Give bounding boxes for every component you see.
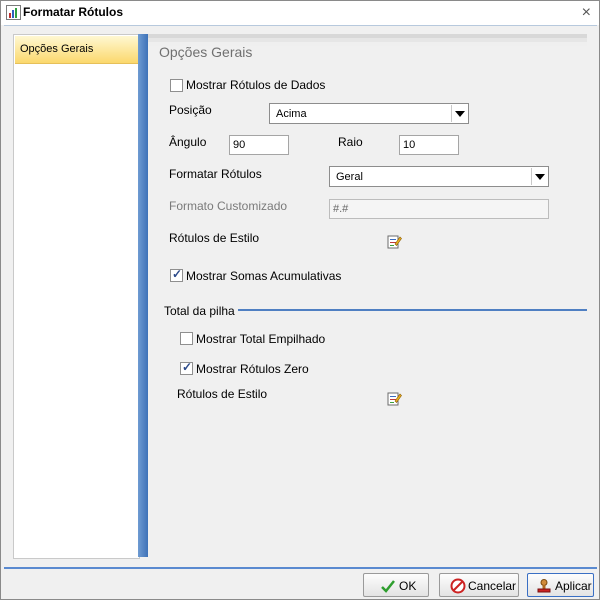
section-divider bbox=[238, 309, 587, 311]
dialog-window: Formatar Rótulos × Opções Gerais Opções … bbox=[0, 0, 600, 600]
show-cumulative-label: Mostrar Somas Acumulativas bbox=[186, 269, 342, 283]
dialog-title: Formatar Rótulos bbox=[23, 5, 124, 19]
title-bar[interactable]: Formatar Rótulos × bbox=[1, 1, 599, 25]
show-stacked-total-checkbox[interactable] bbox=[180, 332, 193, 345]
checkmark-icon bbox=[381, 580, 395, 593]
sidebar-item-general-options[interactable]: Opções Gerais bbox=[15, 36, 138, 64]
no-entry-icon bbox=[450, 578, 466, 594]
angle-field[interactable]: 90 bbox=[229, 135, 289, 155]
apply-button-label: Aplicar bbox=[555, 579, 592, 593]
cancel-button[interactable]: Cancelar bbox=[439, 573, 519, 597]
radius-label: Raio bbox=[338, 135, 363, 149]
panel-title: Opções Gerais bbox=[159, 44, 253, 60]
format-labels-value: Geral bbox=[336, 171, 363, 183]
options-panel: Opções Gerais Mostrar Rótulos de Dados P… bbox=[148, 34, 587, 557]
custom-format-field[interactable]: #.# bbox=[329, 199, 549, 219]
position-label: Posição bbox=[169, 103, 212, 117]
cancel-button-label: Cancelar bbox=[468, 579, 517, 593]
edit-style-icon[interactable] bbox=[387, 391, 402, 406]
format-labels-select[interactable]: Geral bbox=[329, 166, 549, 187]
title-divider bbox=[4, 25, 597, 26]
format-labels-label: Formatar Rótulos bbox=[169, 167, 262, 181]
ok-button-label: OK bbox=[399, 579, 417, 593]
show-zero-labels-label: Mostrar Rótulos Zero bbox=[196, 362, 309, 376]
chevron-down-icon[interactable] bbox=[531, 168, 547, 185]
sidebar: Opções Gerais bbox=[13, 34, 140, 559]
chevron-down-icon[interactable] bbox=[451, 105, 467, 122]
footer-divider bbox=[4, 567, 597, 569]
position-value: Acima bbox=[276, 108, 307, 120]
close-icon[interactable]: × bbox=[582, 4, 591, 22]
edit-style-icon[interactable] bbox=[387, 234, 402, 249]
stack-section-title: Total da pilha bbox=[164, 304, 235, 318]
show-data-labels-checkbox[interactable] bbox=[170, 79, 183, 92]
show-stacked-total-label: Mostrar Total Empilhado bbox=[196, 332, 326, 346]
ok-button[interactable]: OK bbox=[363, 573, 429, 597]
show-zero-labels-checkbox[interactable] bbox=[180, 360, 193, 375]
show-cumulative-checkbox[interactable] bbox=[170, 267, 183, 282]
radius-field[interactable]: 10 bbox=[399, 135, 459, 155]
custom-format-label: Formato Customizado bbox=[169, 199, 288, 213]
position-select[interactable]: Acima bbox=[269, 103, 469, 124]
style-labels-label: Rótulos de Estilo bbox=[169, 231, 260, 245]
panel-accent-bar bbox=[138, 34, 148, 557]
stack-style-labels-label: Rótulos de Estilo bbox=[177, 387, 268, 401]
apply-stamp-icon bbox=[537, 579, 551, 593]
show-data-labels-label: Mostrar Rótulos de Dados bbox=[186, 78, 326, 92]
sidebar-item-label: Opções Gerais bbox=[20, 43, 94, 55]
chart-labels-icon bbox=[6, 5, 21, 20]
apply-button[interactable]: Aplicar bbox=[527, 573, 594, 597]
angle-label: Ângulo bbox=[169, 135, 207, 149]
